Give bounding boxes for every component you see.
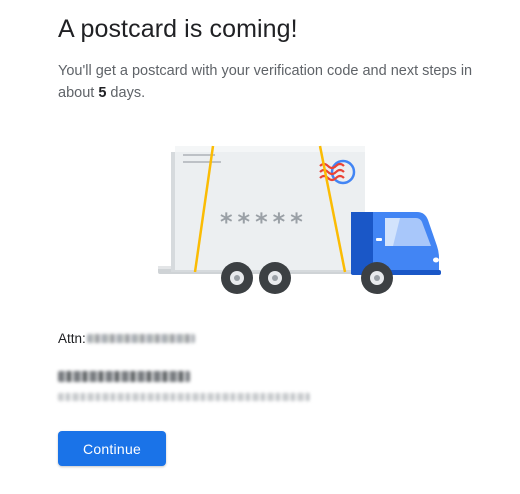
redacted-address	[58, 393, 310, 401]
wheel-icon	[259, 262, 291, 294]
postcard-line	[183, 161, 221, 163]
description-text: You'll get a postcard with your verifica…	[58, 60, 478, 104]
page-title: A postcard is coming!	[58, 15, 298, 43]
truck-cab	[351, 212, 441, 275]
postcard-truck-illustration: *****	[158, 145, 441, 294]
postcard-code: *****	[220, 208, 308, 236]
wheel-icon	[361, 262, 393, 294]
redacted-business-name	[58, 371, 190, 382]
verification-card: A postcard is coming! You'll get a postc…	[0, 0, 520, 494]
redacted-recipient	[86, 334, 195, 343]
description-suffix: days.	[106, 85, 146, 101]
wheel-icon	[221, 262, 253, 294]
continue-button[interactable]: Continue	[58, 431, 166, 466]
attn-line: Attn:	[58, 331, 195, 346]
attn-label: Attn:	[58, 331, 86, 346]
postcard-line	[183, 154, 215, 156]
